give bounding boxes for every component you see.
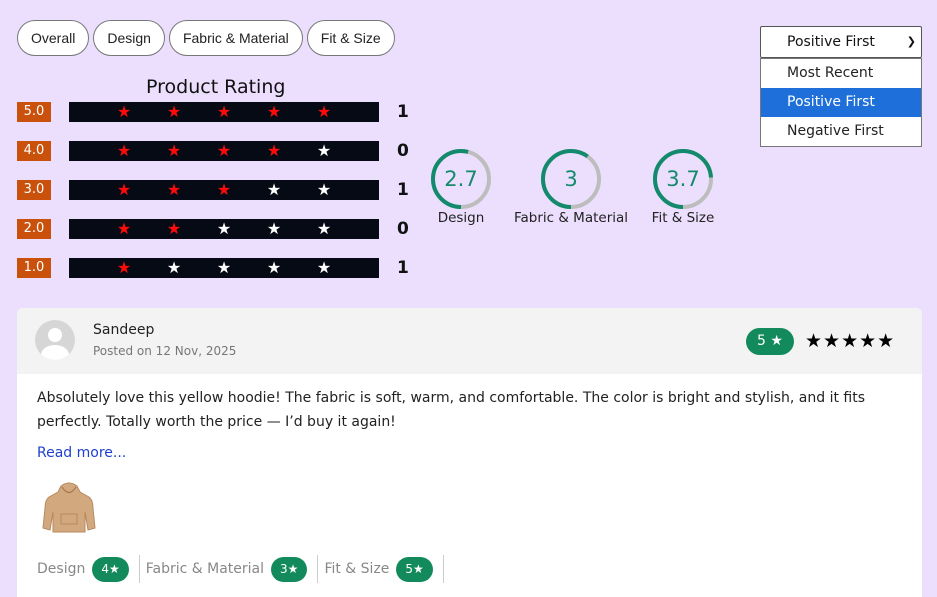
star-icon: ★: [316, 180, 332, 199]
review-header: Sandeep Posted on 12 Nov, 2025 5 ★ ★★★★★: [17, 308, 922, 374]
rating-row: 2.0 ★ ★ ★ ★ ★ 0: [17, 219, 417, 239]
chevron-down-icon: ❯: [906, 35, 916, 48]
sort-dropdown: Most Recent Positive First Negative Firs…: [760, 58, 922, 147]
star-icon: ★: [116, 180, 132, 199]
star-icon: ★: [166, 180, 182, 199]
star-icon: ★: [266, 219, 282, 238]
star-icon: ★: [266, 258, 282, 277]
rating-count: 1: [397, 102, 409, 122]
star-icon: ★: [316, 258, 332, 277]
attr-label: Design: [37, 561, 86, 577]
star-icon: ★: [166, 102, 182, 121]
star-icon: ★: [216, 141, 232, 160]
reviewer-name: Sandeep: [93, 322, 155, 338]
review-text: Absolutely love this yellow hoodie! The …: [37, 390, 866, 430]
rating-bar: ★ ★ ★ ★ ★: [69, 180, 379, 200]
tab-fit-size[interactable]: Fit & Size: [306, 20, 395, 56]
rating-level-label: 2.0: [17, 219, 51, 239]
star-icon: ★: [216, 180, 232, 199]
sort-select[interactable]: Positive First ❯: [760, 26, 922, 58]
rating-count: 1: [397, 258, 409, 278]
attr-label: Fit & Size: [324, 561, 390, 577]
attr-label: Fabric & Material: [145, 561, 265, 577]
star-icon: ★: [216, 219, 232, 238]
score-caption: Design: [437, 210, 485, 226]
review-date: Posted on 12 Nov, 2025: [93, 344, 237, 358]
star-icon: ★: [166, 141, 182, 160]
filter-tabs: Overall Design Fabric & Material Fit & S…: [17, 20, 395, 56]
hoodie-image[interactable]: [39, 478, 99, 538]
star-icon: ★: [116, 141, 132, 160]
star-icon: ★: [216, 258, 232, 277]
progress-ring: 3: [540, 148, 602, 210]
read-more-link[interactable]: Read more...: [37, 445, 126, 461]
rating-bar: ★ ★ ★ ★ ★: [69, 102, 379, 122]
star-icon: ★: [316, 219, 332, 238]
score-caption: Fabric & Material: [513, 210, 629, 226]
star-icon: ★: [316, 102, 332, 121]
star-icon: ★: [116, 219, 132, 238]
sort-option-negative-first[interactable]: Negative First: [761, 117, 921, 146]
review-stars: ★★★★★: [805, 330, 896, 352]
attr-fabric-material: Fabric & Material 3★: [146, 555, 319, 583]
star-icon: ★: [166, 219, 182, 238]
star-icon: ★: [316, 141, 332, 160]
star-icon: ★: [266, 102, 282, 121]
rating-row: 1.0 ★ ★ ★ ★ ★ 1: [17, 258, 417, 278]
star-icon: ★: [266, 180, 282, 199]
star-icon: ★: [266, 141, 282, 160]
star-icon: ★: [166, 258, 182, 277]
star-icon: ★: [116, 258, 132, 277]
tab-overall[interactable]: Overall: [17, 20, 90, 56]
progress-ring: 3.7: [652, 148, 714, 210]
sort-option-most-recent[interactable]: Most Recent: [761, 59, 921, 88]
product-rating-title: Product Rating: [146, 76, 286, 98]
rating-bar: ★ ★ ★ ★ ★: [69, 258, 379, 278]
attr-design: Design 4★: [37, 555, 140, 583]
score-caption: Fit & Size: [651, 210, 715, 226]
review-score-badge: 5 ★: [746, 328, 794, 355]
score-value: 2.7: [444, 167, 478, 191]
rating-row: 5.0 ★ ★ ★ ★ ★ 1: [17, 102, 417, 122]
score-value: 3.7: [666, 167, 700, 191]
rating-level-label: 5.0: [17, 102, 51, 122]
rating-level-label: 3.0: [17, 180, 51, 200]
attr-fit-size: Fit & Size 5★: [324, 555, 444, 583]
review-attribute-scores: Design 4★ Fabric & Material 3★ Fit & Siz…: [37, 555, 450, 583]
star-icon: ★: [216, 102, 232, 121]
sort-selected-value: Positive First: [787, 34, 875, 50]
score-value: 3: [564, 167, 578, 191]
rating-level-label: 4.0: [17, 141, 51, 161]
rating-bar: ★ ★ ★ ★ ★: [69, 141, 379, 161]
score-circle: 2.7 Design: [400, 148, 522, 226]
rating-row: 3.0 ★ ★ ★ ★ ★ 1: [17, 180, 417, 200]
avatar: [35, 320, 75, 360]
rating-bar: ★ ★ ★ ★ ★: [69, 219, 379, 239]
attr-score-badge: 5★: [396, 556, 433, 582]
progress-ring: 2.7: [430, 148, 492, 210]
rating-row: 4.0 ★ ★ ★ ★ ★ 0: [17, 141, 417, 161]
sort-option-positive-first[interactable]: Positive First: [761, 88, 921, 117]
tab-design[interactable]: Design: [93, 20, 165, 56]
review-card: Sandeep Posted on 12 Nov, 2025 5 ★ ★★★★★…: [17, 308, 922, 597]
attr-score-badge: 4★: [92, 556, 129, 582]
star-icon: ★: [116, 102, 132, 121]
score-circle: 3.7 Fit & Size: [622, 148, 744, 226]
tab-fabric-material[interactable]: Fabric & Material: [168, 20, 303, 56]
attr-score-badge: 3★: [271, 556, 308, 582]
rating-level-label: 1.0: [17, 258, 51, 278]
score-circle: 3 Fabric & Material: [510, 148, 632, 226]
